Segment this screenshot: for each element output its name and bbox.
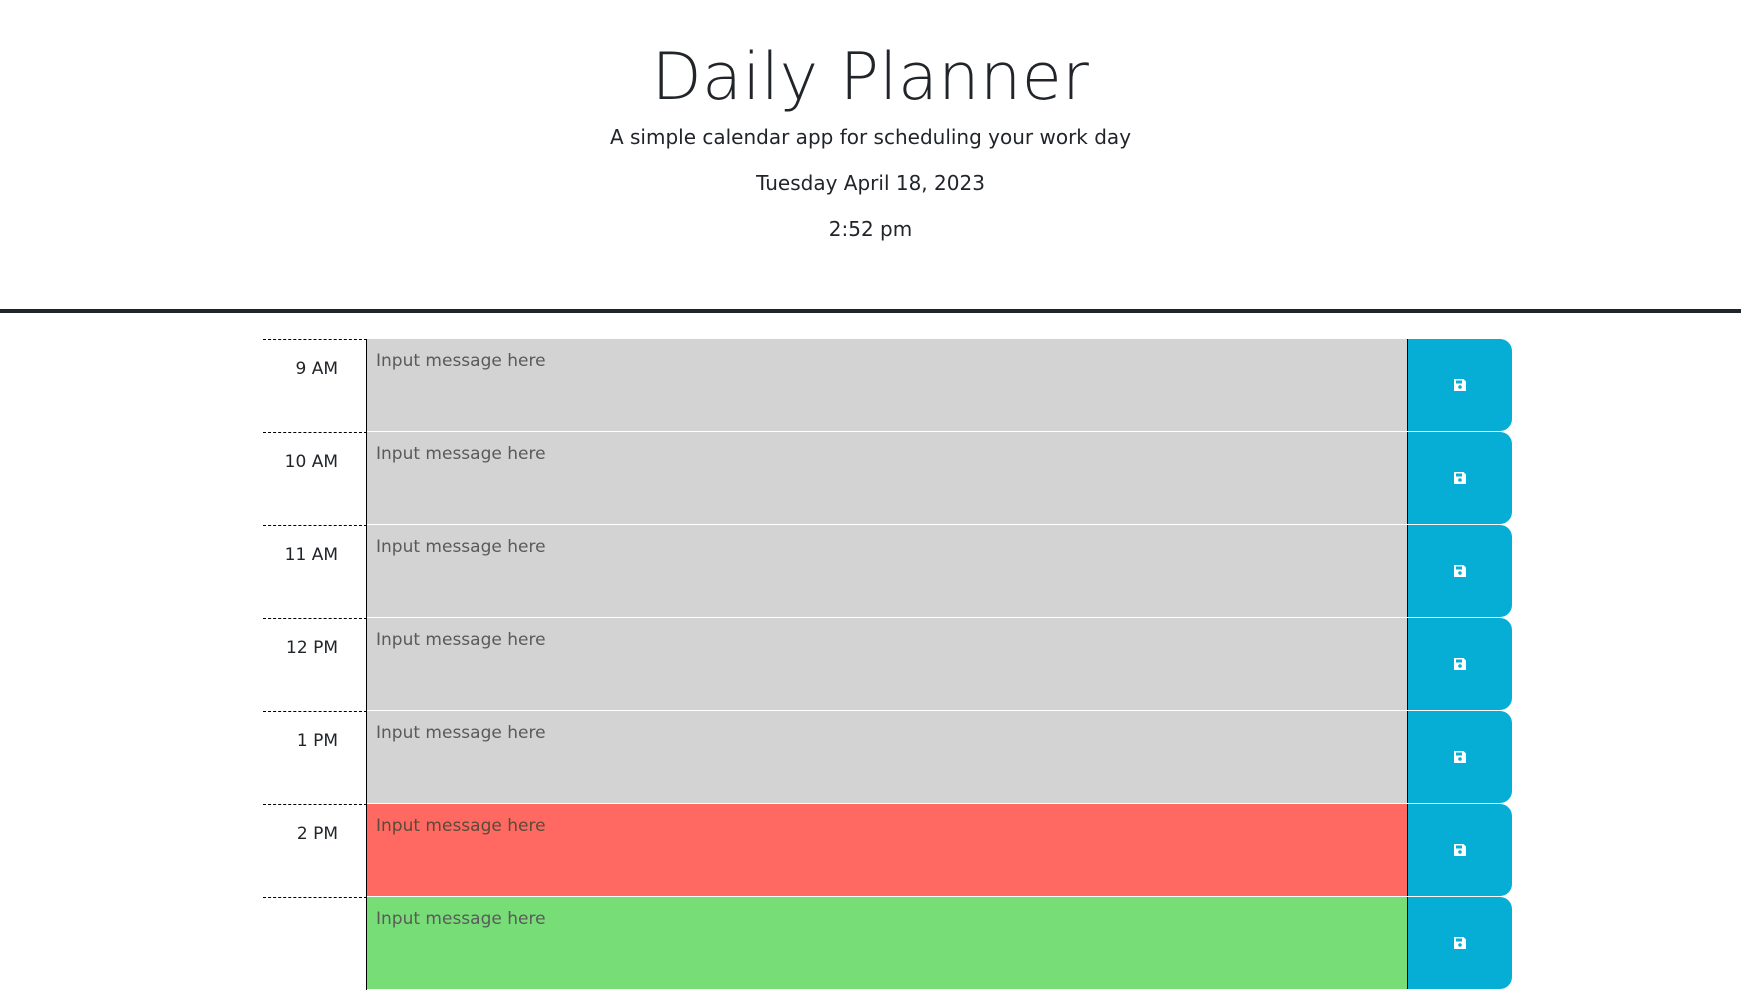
time-block [263,897,1512,990]
page-subtitle: A simple calendar app for scheduling you… [609,125,1132,149]
hour-label: 12 PM [263,618,367,711]
page-header: Daily Planner A simple calendar app for … [0,0,1741,313]
event-input[interactable] [367,618,1407,711]
floppy-disk-icon [1454,379,1466,391]
save-button[interactable] [1407,804,1512,896]
hour-label: 2 PM [263,804,367,897]
time-block: 9 AM [263,339,1512,432]
hour-label: 11 AM [263,525,367,618]
floppy-disk-icon [1454,565,1466,577]
hour-label [263,897,367,990]
current-date: Tuesday April 18, 2023 [756,171,985,195]
time-block: 2 PM [263,804,1512,897]
event-input[interactable] [367,525,1407,618]
hour-label: 1 PM [263,711,367,804]
event-input[interactable] [367,339,1407,432]
save-button[interactable] [1407,618,1512,710]
current-time: 2:52 pm [828,217,913,241]
event-input[interactable] [367,432,1407,525]
floppy-disk-icon [1454,844,1466,856]
time-block-list: 9 AM 10 AM 11 AM [263,339,1512,990]
hour-label: 9 AM [263,339,367,432]
event-input[interactable] [367,711,1407,804]
time-block: 1 PM [263,711,1512,804]
hour-label: 10 AM [263,432,367,525]
save-button[interactable] [1407,432,1512,524]
page-title: Daily Planner [651,40,1090,115]
save-button[interactable] [1407,339,1512,431]
save-button[interactable] [1407,897,1512,989]
save-button[interactable] [1407,525,1512,617]
time-block: 10 AM [263,432,1512,525]
time-block: 11 AM [263,525,1512,618]
event-input[interactable] [367,804,1407,897]
floppy-disk-icon [1454,937,1466,949]
floppy-disk-icon [1454,658,1466,670]
time-block: 12 PM [263,618,1512,711]
floppy-disk-icon [1454,751,1466,763]
floppy-disk-icon [1454,472,1466,484]
save-button[interactable] [1407,711,1512,803]
event-input[interactable] [367,897,1407,990]
